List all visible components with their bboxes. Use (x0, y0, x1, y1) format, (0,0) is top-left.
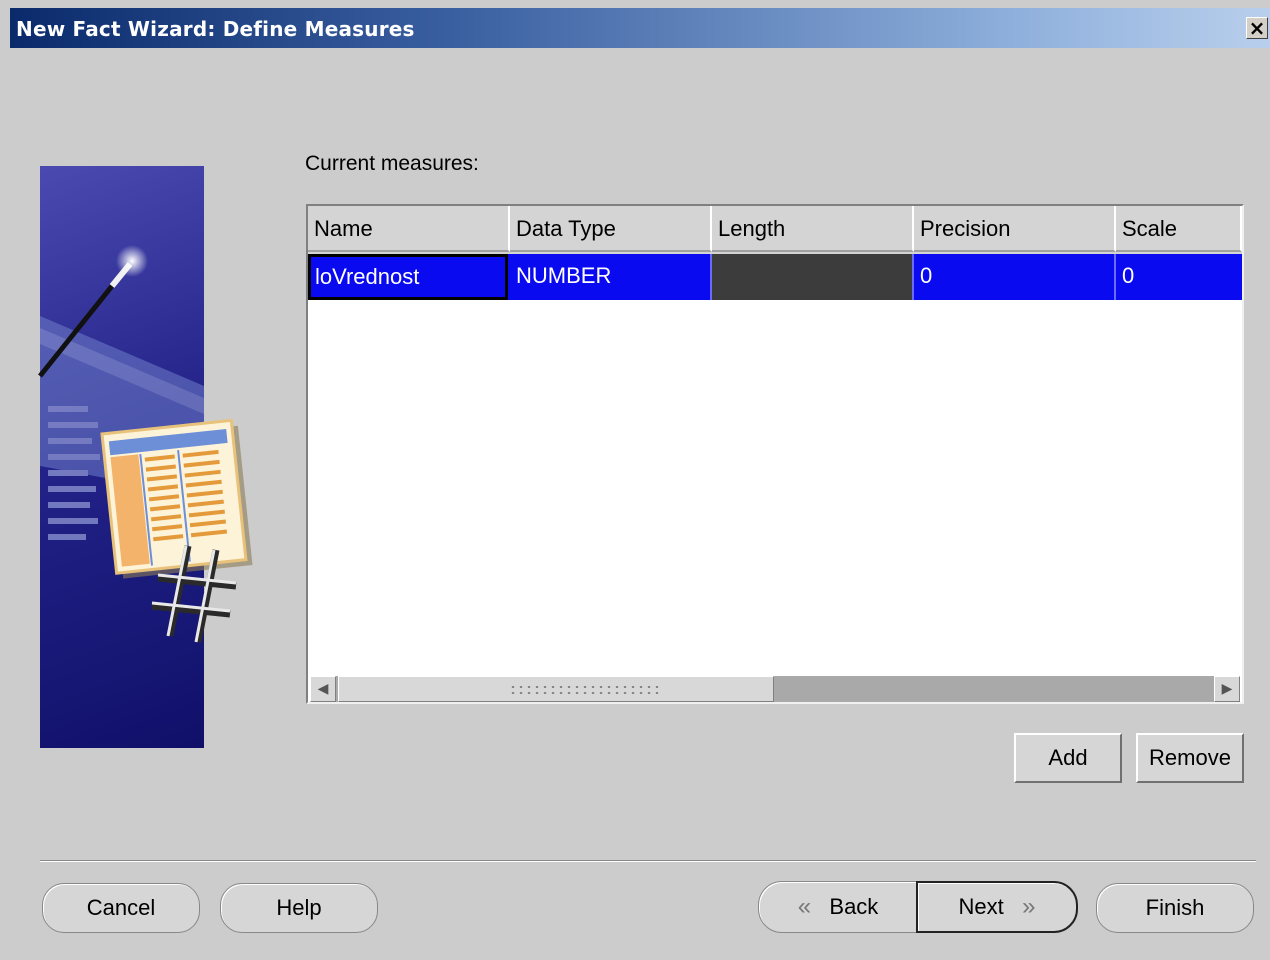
remove-button-label: Remove (1149, 745, 1231, 770)
column-header-scale[interactable]: Scale (1116, 206, 1242, 252)
wizard-illustration (38, 166, 253, 748)
column-header-length[interactable]: Length (712, 206, 914, 252)
magic-wand-table-icon (38, 245, 253, 643)
cell-precision[interactable]: 0 (914, 254, 1116, 300)
scroll-left-button[interactable]: ◀ (310, 676, 336, 702)
current-measures-label: Current measures: (305, 152, 479, 175)
measures-table[interactable]: Name Data Type Length Precision Scale lo… (306, 204, 1244, 704)
cancel-button-label: Cancel (86, 895, 156, 920)
cancel-button[interactable]: Cancel (42, 883, 200, 933)
back-button-label: Back (829, 894, 879, 919)
help-button[interactable]: Help (220, 883, 378, 933)
scroll-right-icon: ▶ (1221, 681, 1233, 697)
scroll-left-icon: ◀ (317, 681, 329, 697)
window-title: New Fact Wizard: Define Measures (16, 17, 415, 41)
remove-button[interactable]: Remove (1136, 733, 1244, 783)
add-button[interactable]: Add (1014, 733, 1122, 783)
next-button[interactable]: Next » (916, 881, 1078, 933)
scrollbar-thumb[interactable] (338, 676, 774, 702)
back-button[interactable]: « Back (758, 881, 918, 933)
column-header-name[interactable]: Name (308, 206, 510, 252)
horizontal-scrollbar[interactable]: ◀ ▶ (310, 676, 1240, 702)
next-button-label: Next (958, 894, 1004, 919)
close-icon: × (1248, 16, 1266, 40)
finish-button-label: Finish (1145, 895, 1205, 920)
title-bar: New Fact Wizard: Define Measures (10, 8, 1270, 48)
next-arrow-icon: » (1022, 893, 1036, 920)
footer-separator (40, 860, 1256, 862)
finish-button[interactable]: Finish (1096, 883, 1254, 933)
table-header: Name Data Type Length Precision Scale (308, 206, 1242, 254)
add-button-label: Add (1048, 745, 1088, 770)
help-button-label: Help (276, 895, 322, 920)
cell-scale[interactable]: 0 (1116, 254, 1242, 300)
cell-name[interactable]: loVrednost (308, 254, 508, 300)
back-arrow-icon: « (797, 893, 812, 920)
column-header-data-type[interactable]: Data Type (510, 206, 712, 252)
cell-length[interactable] (712, 254, 914, 300)
scrollbar-grip-icon (509, 684, 659, 696)
scroll-right-button[interactable]: ▶ (1214, 676, 1240, 702)
cell-data-type[interactable]: NUMBER (510, 254, 712, 300)
table-row[interactable]: loVrednost NUMBER 0 0 (308, 254, 1242, 300)
close-button[interactable]: × (1246, 17, 1268, 39)
column-header-precision[interactable]: Precision (914, 206, 1116, 252)
